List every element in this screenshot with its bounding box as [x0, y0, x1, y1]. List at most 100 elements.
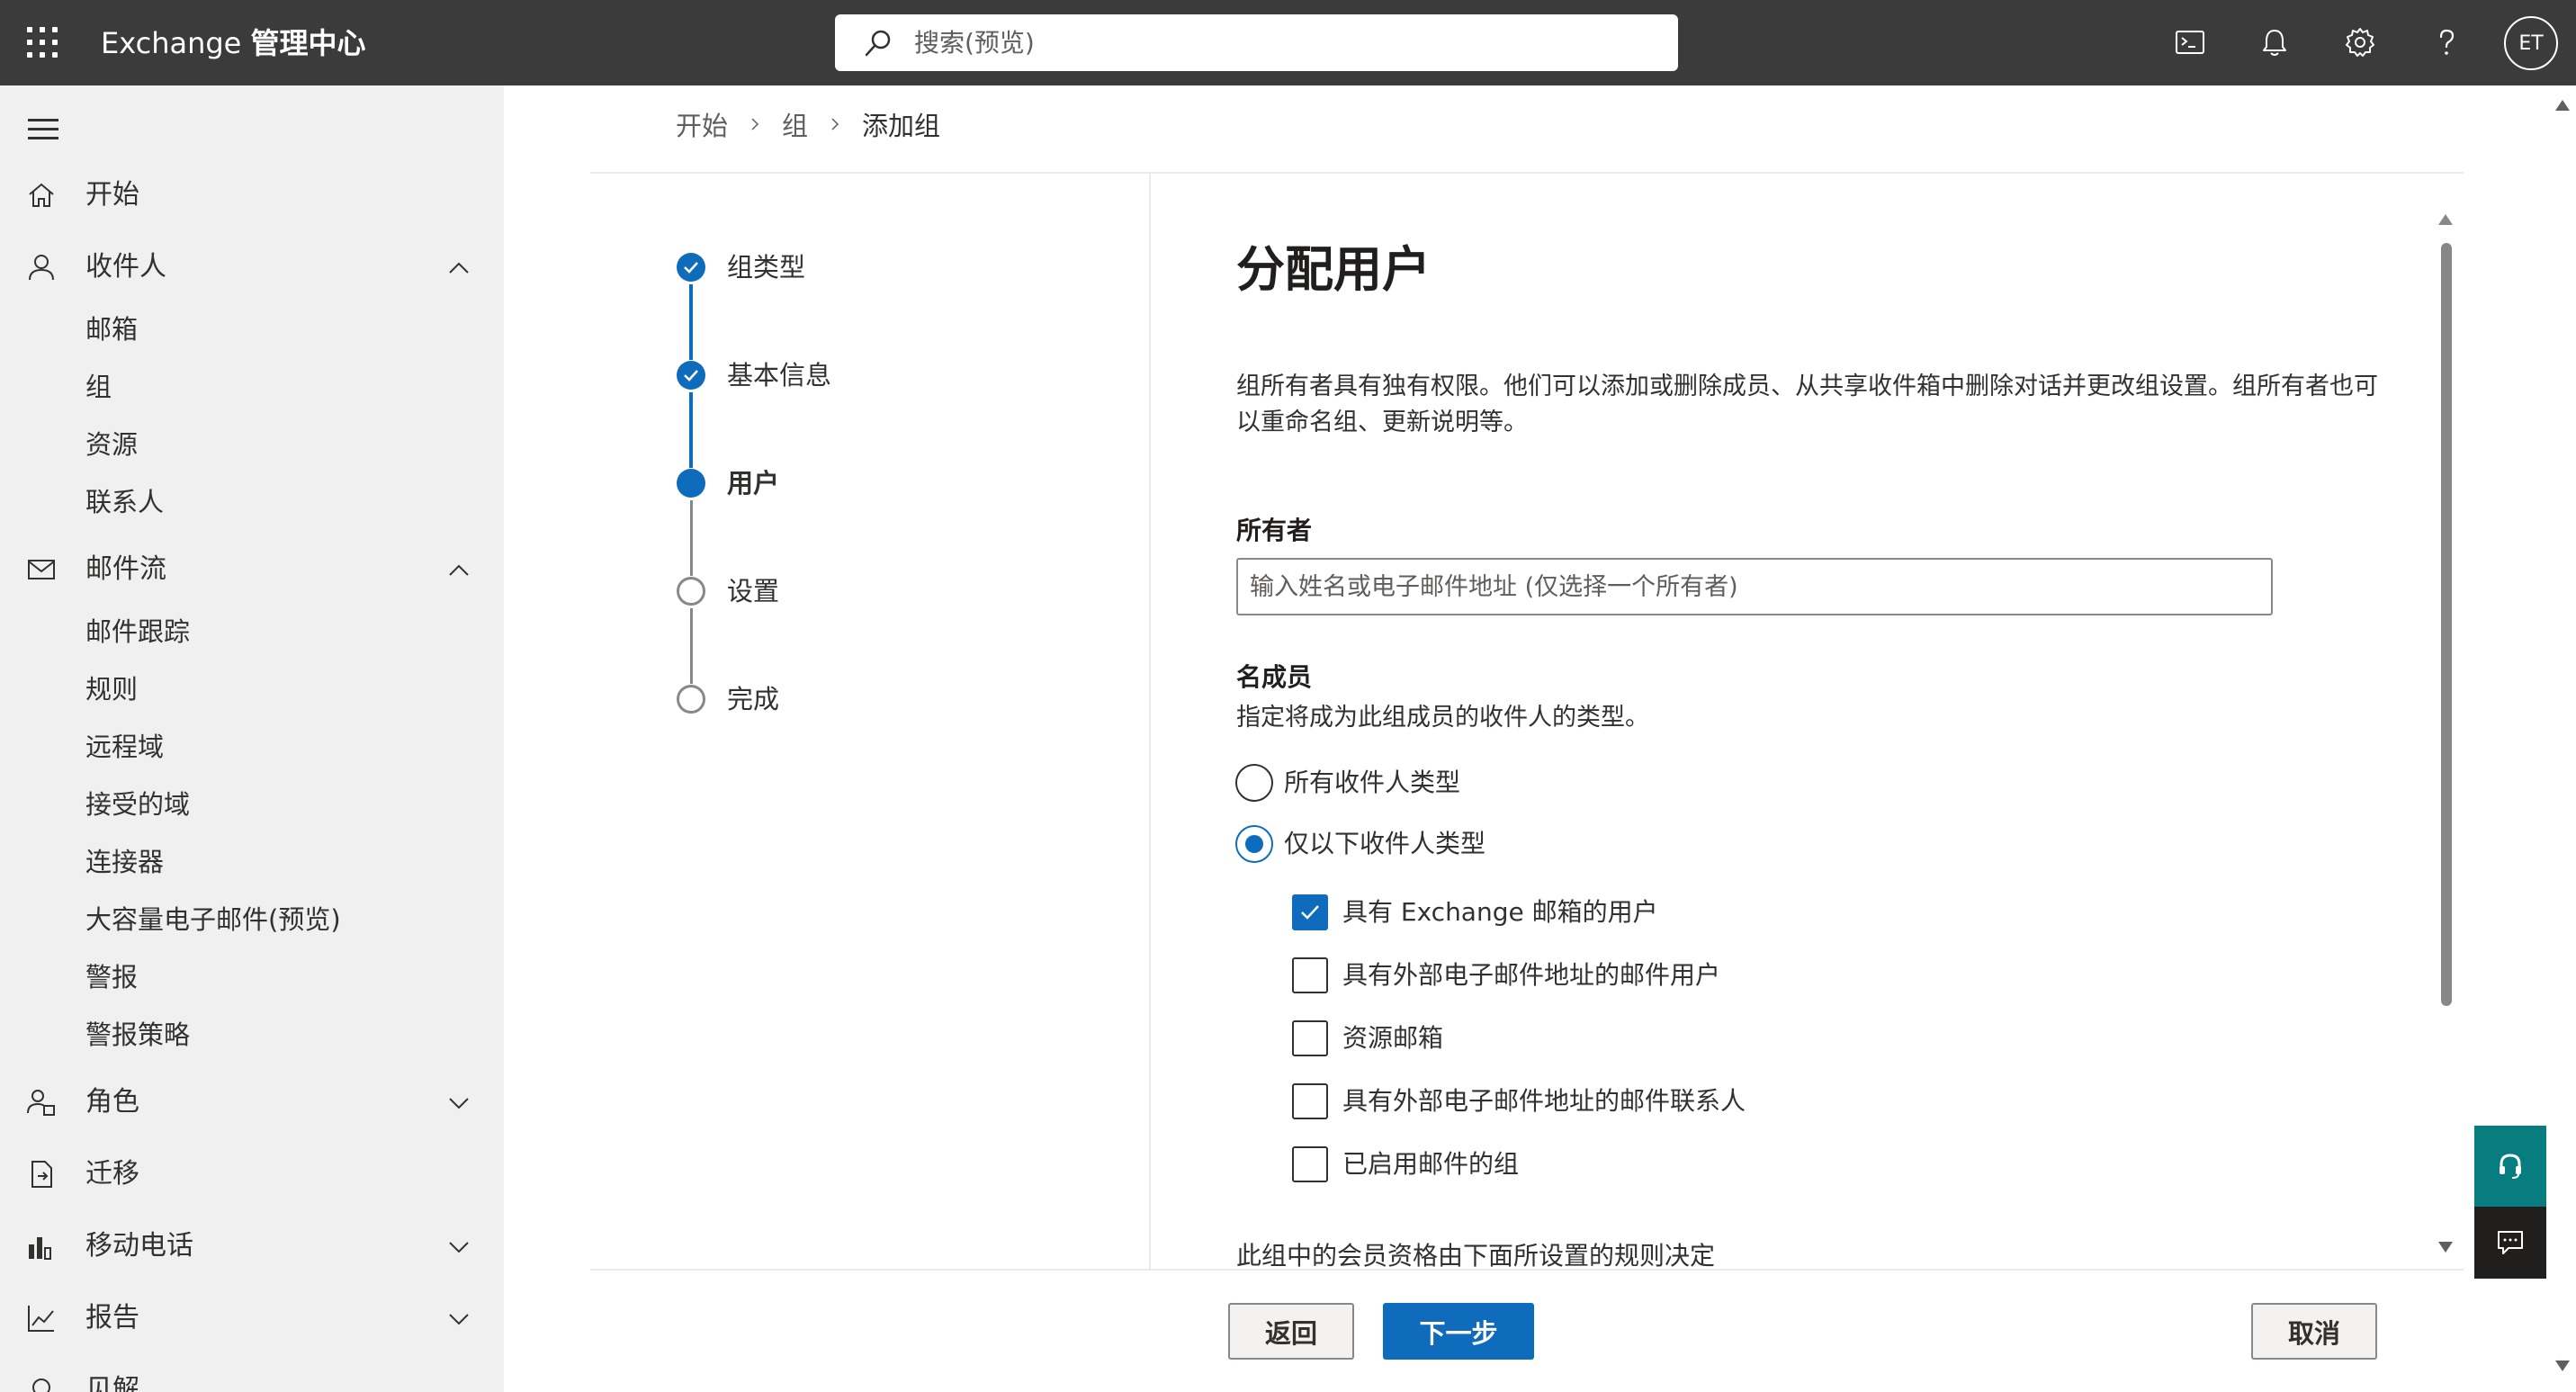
mobile-icon [29, 1237, 51, 1260]
breadcrumb-current: 添加组 [862, 111, 941, 141]
page-scroll-down-arrow-icon[interactable] [2555, 1361, 2570, 1371]
rules-note: 此组中的会员资格由下面所设置的规则决定 [1236, 1241, 1716, 1271]
current-step-icon [677, 469, 705, 498]
headset-icon [2500, 1154, 2521, 1179]
nav-sub-accepted-domains[interactable]: 接受的域 [85, 788, 190, 821]
step-label: 完成 [727, 684, 780, 714]
breadcrumb-home[interactable]: 开始 [676, 105, 728, 143]
nav-label-reports: 报告 [85, 1302, 139, 1334]
checkbox-label: 已启用邮件的组 [1342, 1149, 1520, 1179]
checkbox-label: 资源邮箱 [1342, 1023, 1444, 1053]
members-label: 名成员 [1236, 662, 1313, 692]
nav-item-migration[interactable]: 迁移 [0, 1147, 504, 1201]
owner-input[interactable]: 输入姓名或电子邮件地址 (仅选择一个所有者) [1236, 558, 2273, 615]
owner-placeholder: 输入姓名或电子邮件地址 (仅选择一个所有者) [1250, 573, 1738, 601]
terminal-icon[interactable] [2169, 22, 2211, 63]
radio-label: 仅以下收件人类型 [1284, 829, 1486, 858]
scrollbar-thumb[interactable] [2441, 243, 2452, 1006]
step-label: 基本信息 [727, 360, 832, 391]
nav-sub-groups[interactable]: 组 [85, 371, 112, 403]
app-title[interactable]: Exchange 管理中心 [101, 25, 366, 61]
nav-item-reports[interactable]: 报告 [0, 1291, 504, 1345]
checkbox-mail-enabled-groups[interactable]: 已启用邮件的组 [1292, 1146, 2102, 1182]
nav-sub-resources[interactable]: 资源 [85, 428, 138, 461]
chevron-down-icon[interactable] [445, 1090, 472, 1117]
next-button[interactable]: 下一步 [1383, 1303, 1534, 1360]
left-nav: 开始 收件人 邮箱 组 资源 联系人 邮件流 邮件跟踪 规则 远程域 接受的域 … [0, 85, 504, 1392]
radio-all-recipient-types[interactable]: 所有收件人类型 [1235, 764, 2045, 802]
pending-step-icon [677, 685, 705, 714]
breadcrumb-groups[interactable]: 组 [782, 105, 808, 143]
nav-sub-contacts[interactable]: 联系人 [85, 486, 164, 518]
nav-item-home[interactable]: 开始 [0, 168, 504, 222]
nav-item-roles[interactable]: 角色 [0, 1075, 504, 1129]
nav-item-recipients[interactable]: 收件人 [0, 240, 504, 294]
search-placeholder: 搜索(预览) [914, 28, 1035, 58]
owner-description: 组所有者具有独有权限。他们可以添加或删除成员、从共享收件箱中删除对话并更改组设置… [1236, 373, 2378, 436]
radio-label: 所有收件人类型 [1284, 768, 1461, 797]
step-label: 用户 [727, 468, 780, 498]
checkbox-label: 具有外部电子邮件地址的邮件用户 [1342, 960, 1721, 990]
members-description: 指定将成为此组成员的收件人的类型。 [1236, 704, 1649, 732]
insights-icon [32, 1379, 50, 1392]
search-icon [865, 30, 891, 57]
chevron-right-icon [831, 118, 839, 130]
owner-label: 所有者 [1236, 516, 1313, 545]
app-suffix: 管理中心 [250, 26, 366, 60]
chevron-right-icon [751, 118, 759, 130]
checkbox[interactable] [1292, 1146, 1328, 1182]
nav-item-mailflow[interactable]: 邮件流 [0, 543, 504, 597]
question-icon[interactable] [2426, 22, 2467, 63]
page-scroll-up-arrow-icon[interactable] [2555, 100, 2570, 111]
checkmark-icon [677, 361, 705, 390]
hamburger-icon[interactable] [28, 119, 58, 140]
nav-sub-alerts[interactable]: 警报 [85, 961, 138, 993]
help-headset-button[interactable] [2474, 1126, 2546, 1207]
checkmark-icon [1301, 905, 1319, 920]
nav-label-migration: 迁移 [85, 1158, 139, 1190]
home-icon [29, 183, 54, 207]
chart-icon [28, 1306, 54, 1332]
checkbox[interactable] [1292, 894, 1328, 930]
nav-label-insights: 见解 [85, 1374, 139, 1392]
page-title: 分配用户 [1236, 241, 1431, 298]
gear-icon[interactable] [2339, 22, 2381, 63]
checkbox-mail-contacts[interactable]: 具有外部电子邮件地址的邮件联系人 [1292, 1083, 2102, 1119]
radio-button[interactable] [1235, 764, 1273, 802]
step-label: 组类型 [727, 252, 806, 283]
radio-only-recipient-types[interactable]: 仅以下收件人类型 [1235, 825, 2045, 863]
checkbox-mail-users[interactable]: 具有外部电子邮件地址的邮件用户 [1292, 957, 2102, 993]
checkbox[interactable] [1292, 1020, 1328, 1056]
chevron-up-icon[interactable] [445, 557, 472, 584]
chevron-up-icon[interactable] [445, 255, 472, 282]
nav-item-insights[interactable]: 见解 [0, 1363, 504, 1392]
nav-sub-connectors[interactable]: 连接器 [85, 846, 164, 878]
user-avatar[interactable]: ET [2504, 16, 2558, 70]
chevron-down-icon[interactable] [445, 1234, 472, 1261]
nav-sub-alert-policies[interactable]: 警报策略 [85, 1019, 190, 1051]
scroll-down-arrow-icon[interactable] [2438, 1242, 2453, 1253]
feedback-icon [2498, 1231, 2523, 1254]
checkbox-exchange-users[interactable]: 具有 Exchange 邮箱的用户 [1292, 894, 2102, 930]
nav-sub-rules[interactable]: 规则 [85, 673, 138, 705]
back-button[interactable]: 返回 [1228, 1303, 1354, 1360]
nav-sub-bulk-email[interactable]: 大容量电子邮件(预览) [85, 903, 341, 936]
nav-sub-message-trace[interactable]: 邮件跟踪 [85, 615, 190, 648]
waffle-icon[interactable] [27, 27, 58, 58]
roles-icon [27, 1090, 55, 1116]
chevron-down-icon[interactable] [445, 1306, 472, 1333]
cancel-button[interactable]: 取消 [2251, 1303, 2377, 1360]
migration-icon [31, 1161, 52, 1188]
nav-item-mobile[interactable]: 移动电话 [0, 1219, 504, 1273]
scroll-up-arrow-icon[interactable] [2438, 214, 2453, 225]
checkbox-resource-mailboxes[interactable]: 资源邮箱 [1292, 1020, 2102, 1056]
checkbox[interactable] [1292, 957, 1328, 993]
search-box[interactable]: 搜索(预览) [835, 14, 1678, 71]
checkbox-label: 具有 Exchange 邮箱的用户 [1342, 897, 1658, 927]
radio-button[interactable] [1235, 825, 1273, 863]
nav-sub-mailboxes[interactable]: 邮箱 [85, 313, 138, 346]
nav-sub-remote-domains[interactable]: 远程域 [85, 731, 164, 763]
checkbox[interactable] [1292, 1083, 1328, 1119]
feedback-button[interactable] [2474, 1207, 2546, 1279]
bell-icon[interactable] [2254, 22, 2295, 63]
